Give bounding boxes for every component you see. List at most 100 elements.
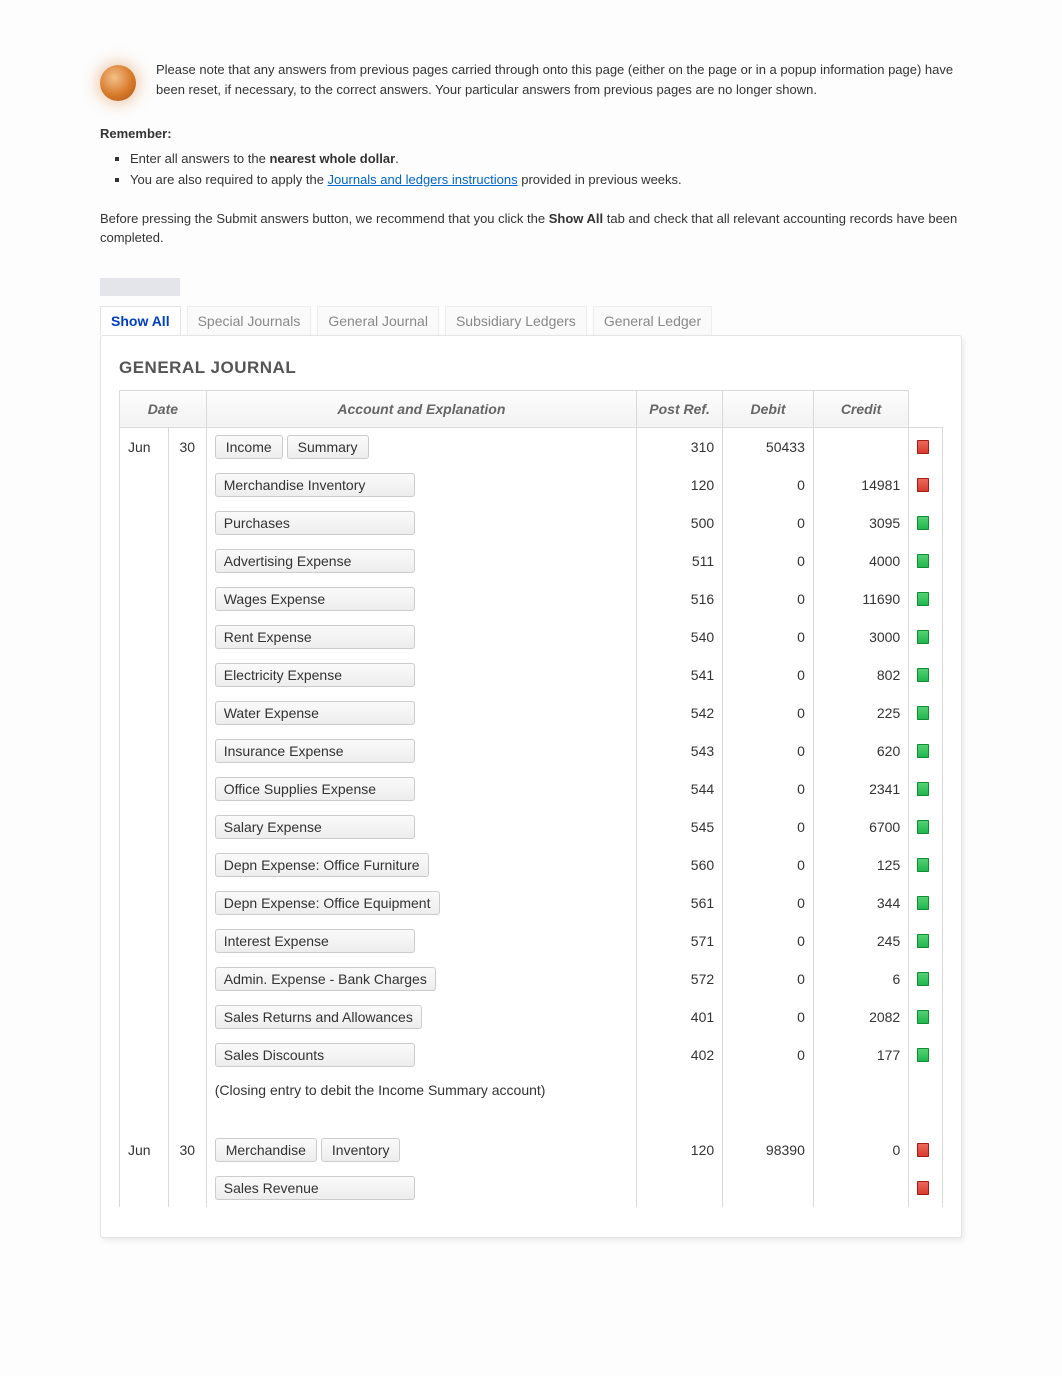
cell-postref[interactable]: 516 [637,580,723,618]
cell-debit[interactable]: 0 [723,808,814,846]
cell-postref[interactable]: 571 [637,922,723,960]
cell-month [120,1036,169,1074]
tab-subsidiary-ledgers[interactable]: Subsidiary Ledgers [445,306,587,335]
cell-postref[interactable]: 544 [637,770,723,808]
cell-credit[interactable]: 344 [813,884,908,922]
cell-postref[interactable]: 560 [637,846,723,884]
status-flag [917,1143,929,1157]
cell-month [120,580,169,618]
table-row: Wages Expense 516011690 [120,580,943,618]
cell-credit[interactable]: 802 [813,656,908,694]
cell-credit[interactable]: 177 [813,1036,908,1074]
remember-item-1: Enter all answers to the nearest whole d… [130,149,962,170]
cell-credit[interactable] [813,1169,908,1207]
cell-debit[interactable]: 0 [723,922,814,960]
cell-debit[interactable]: 0 [723,504,814,542]
cell-postref[interactable] [637,1169,723,1207]
cell-credit[interactable]: 125 [813,846,908,884]
tab-show-all[interactable]: Show All [100,306,181,335]
cell-postref[interactable]: 545 [637,808,723,846]
cell-credit[interactable]: 620 [813,732,908,770]
cell-debit[interactable]: 0 [723,618,814,656]
cell-day [168,922,206,960]
cell-debit[interactable]: 0 [723,884,814,922]
cell-credit[interactable]: 3000 [813,618,908,656]
cell-day [168,504,206,542]
account-select[interactable]: Water Expense [215,701,415,725]
tab-special-journals[interactable]: Special Journals [187,306,312,335]
cell-postref[interactable]: 541 [637,656,723,694]
cell-postref[interactable]: 542 [637,694,723,732]
cell-account: Water Expense [206,694,636,732]
cell-credit[interactable]: 245 [813,922,908,960]
cell-credit[interactable]: 6700 [813,808,908,846]
cell-debit[interactable]: 98390 [723,1131,814,1169]
account-select[interactable]: Office Supplies Expense [215,777,415,801]
cell-debit[interactable]: 0 [723,732,814,770]
cell-debit[interactable] [723,1169,814,1207]
cell-credit[interactable]: 11690 [813,580,908,618]
cell-debit[interactable]: 0 [723,960,814,998]
cell-postref[interactable]: 402 [637,1036,723,1074]
account-select[interactable]: Depn Expense: Office Equipment [215,891,440,915]
cell-postref[interactable]: 540 [637,618,723,656]
table-row: Merchandise Inventory 120014981 [120,466,943,504]
cell-debit[interactable]: 0 [723,656,814,694]
account-select-primary[interactable]: Merchandise [215,1138,317,1162]
cell-debit[interactable]: 0 [723,770,814,808]
account-select[interactable]: Sales Returns and Allowances [215,1005,422,1029]
account-select[interactable]: Purchases [215,511,415,535]
cell-credit[interactable]: 3095 [813,504,908,542]
account-select[interactable]: Sales Discounts [215,1043,415,1067]
status-flag [917,440,929,454]
account-select[interactable]: Merchandise Inventory [215,473,415,497]
cell-account: IncomeSummary [206,427,636,466]
tab-general-journal[interactable]: General Journal [317,306,439,335]
cell-postref[interactable]: 120 [637,1131,723,1169]
account-select-secondary[interactable]: Summary [287,435,369,459]
account-select[interactable]: Wages Expense [215,587,415,611]
cell-debit[interactable]: 0 [723,1036,814,1074]
cell-postref[interactable]: 561 [637,884,723,922]
cell-postref[interactable]: 310 [637,427,723,466]
account-select-secondary[interactable]: Inventory [321,1138,401,1162]
cell-account: Depn Expense: Office Equipment [206,884,636,922]
cell-debit[interactable]: 0 [723,846,814,884]
account-select[interactable]: Admin. Expense - Bank Charges [215,967,436,991]
cell-month [120,656,169,694]
cell-debit[interactable]: 0 [723,466,814,504]
table-row: Interest Expense 5710245 [120,922,943,960]
cell-credit[interactable]: 4000 [813,542,908,580]
cell-credit[interactable]: 2082 [813,998,908,1036]
cell-postref[interactable]: 572 [637,960,723,998]
account-select[interactable]: Sales Revenue [215,1176,415,1200]
cell-credit[interactable] [813,427,908,466]
account-select-primary[interactable]: Income [215,435,283,459]
cell-postref[interactable]: 401 [637,998,723,1036]
account-select[interactable]: Insurance Expense [215,739,415,763]
cell-credit[interactable]: 2341 [813,770,908,808]
warning-icon [100,65,136,101]
cell-credit[interactable]: 0 [813,1131,908,1169]
account-select[interactable]: Depn Expense: Office Furniture [215,853,429,877]
cell-postref[interactable]: 500 [637,504,723,542]
cell-postref[interactable]: 511 [637,542,723,580]
account-select[interactable]: Electricity Expense [215,663,415,687]
cell-debit[interactable]: 0 [723,998,814,1036]
cell-debit[interactable]: 0 [723,542,814,580]
cell-credit[interactable]: 6 [813,960,908,998]
account-select[interactable]: Salary Expense [215,815,415,839]
journals-ledgers-link[interactable]: Journals and ledgers instructions [328,172,518,187]
status-flag [917,1048,929,1062]
cell-debit[interactable]: 0 [723,580,814,618]
cell-debit[interactable]: 50433 [723,427,814,466]
cell-credit[interactable]: 225 [813,694,908,732]
account-select[interactable]: Rent Expense [215,625,415,649]
account-select[interactable]: Advertising Expense [215,549,415,573]
cell-postref[interactable]: 120 [637,466,723,504]
cell-postref[interactable]: 543 [637,732,723,770]
account-select[interactable]: Interest Expense [215,929,415,953]
cell-debit[interactable]: 0 [723,694,814,732]
cell-credit[interactable]: 14981 [813,466,908,504]
tab-general-ledger[interactable]: General Ledger [593,306,712,335]
